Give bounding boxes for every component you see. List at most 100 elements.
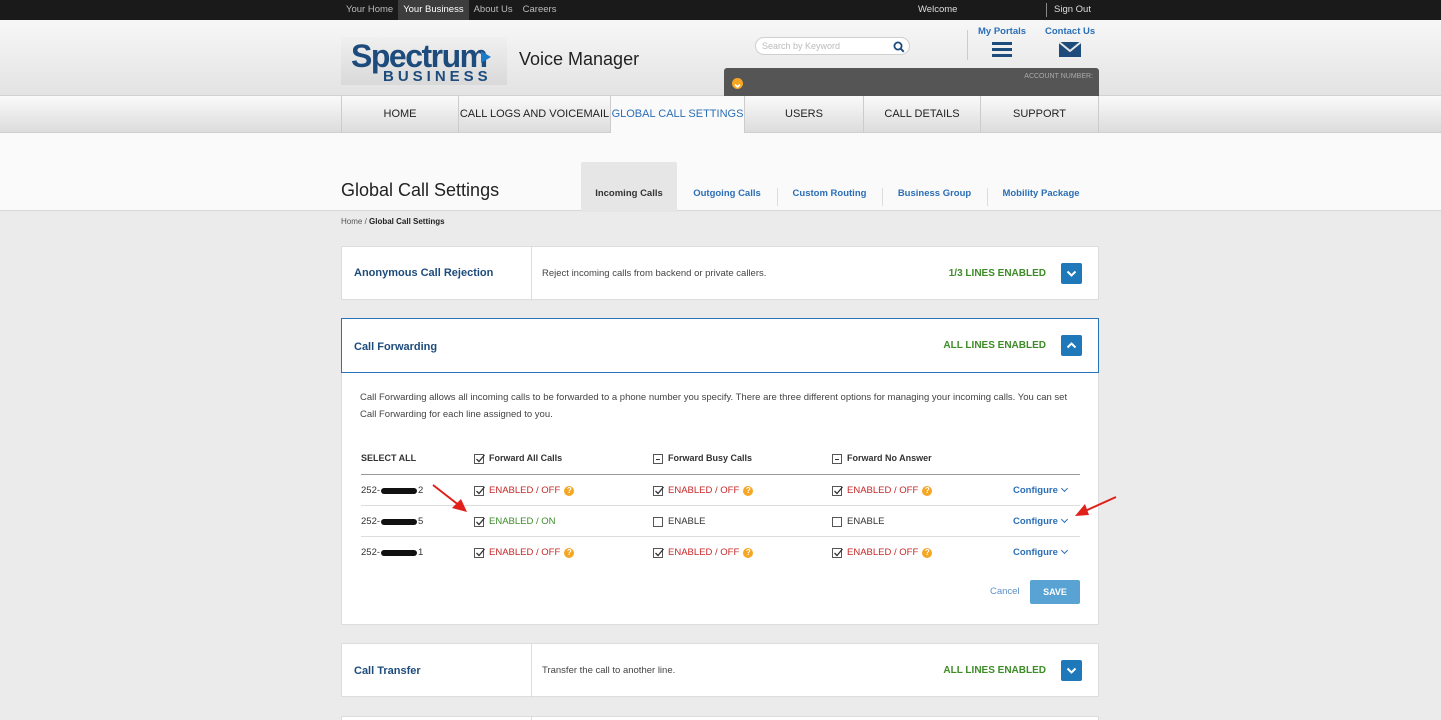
status-text: ENABLED / ON (489, 516, 556, 527)
utility-link-your-home[interactable]: Your Home (341, 0, 398, 20)
forward-busy-cell[interactable]: ENABLED / OFF? (653, 537, 754, 568)
panel-divider (531, 644, 532, 698)
expand-button[interactable] (1061, 660, 1082, 681)
sign-out-link[interactable]: Sign Out (1046, 3, 1091, 17)
tab-custom-routing[interactable]: Custom Routing (777, 162, 882, 212)
tab-business-group[interactable]: Business Group (882, 162, 987, 212)
configure-link[interactable]: Configure (1013, 537, 1068, 568)
nav-home[interactable]: HOME (341, 96, 458, 133)
status-text: ENABLED / OFF (489, 485, 561, 496)
nav-call-details[interactable]: CALL DETAILS (863, 96, 980, 133)
forward-no-answer-cell[interactable]: ENABLED / OFF? (832, 475, 933, 506)
status-badge: ALL LINES ENABLED (943, 340, 1046, 351)
help-icon[interactable]: ? (922, 485, 933, 496)
configure-label: Configure (1013, 547, 1058, 558)
help-icon[interactable]: ? (564, 547, 575, 558)
status-text: ENABLED / OFF (847, 547, 919, 558)
header-divider (967, 30, 968, 60)
unchecked-checkbox-icon[interactable] (832, 516, 842, 527)
call-forwarding-panel-header[interactable]: Call Forwarding ALL LINES ENABLED (341, 318, 1099, 373)
call-forwarding-description: Call Forwarding allows all incoming call… (360, 392, 1068, 420)
chevron-down-icon[interactable] (732, 78, 743, 89)
contact-us-label: Contact Us (1045, 26, 1096, 37)
redacted-number (381, 518, 418, 525)
nav-users[interactable]: USERS (744, 96, 863, 133)
table-row: 252- 5 ENABLED / ON ENABLE ENABLE Configu… (361, 505, 1080, 536)
line-number: 252- 1 (361, 537, 423, 568)
unchecked-checkbox-icon[interactable] (653, 516, 663, 527)
help-icon[interactable]: ? (743, 547, 754, 558)
select-all-label: SELECT ALL (361, 453, 417, 463)
select-all-header[interactable]: SELECT ALL (361, 443, 416, 474)
utility-links: Your Home Your Business About Us Careers (341, 0, 561, 20)
nav-support[interactable]: SUPPORT (980, 96, 1099, 133)
search-input[interactable] (762, 39, 880, 53)
column-forward-all[interactable]: Forward All Calls (474, 443, 562, 474)
table-row: 252- 2 ENABLED / OFF? ENABLED / OFF? ENAB… (361, 474, 1080, 505)
panel-title: Anonymous Call Rejection (354, 267, 494, 279)
column-forward-no-answer[interactable]: Forward No Answer (832, 443, 932, 474)
utility-link-about-us[interactable]: About Us (469, 0, 518, 20)
forward-busy-cell[interactable]: ENABLE (653, 506, 706, 537)
my-portals-link[interactable]: My Portals (978, 26, 1026, 63)
chevron-down-icon (1060, 484, 1068, 493)
panel-divider (531, 247, 532, 301)
line-suffix: 5 (418, 516, 424, 527)
collapse-button[interactable] (1061, 335, 1082, 356)
save-button[interactable]: SAVE (1030, 580, 1080, 604)
search-icon[interactable] (893, 40, 905, 58)
line-prefix: 252- (361, 516, 381, 527)
next-panel[interactable] (341, 716, 1099, 720)
tab-outgoing-calls[interactable]: Outgoing Calls (677, 162, 777, 212)
configure-link[interactable]: Configure (1013, 475, 1068, 506)
forward-no-answer-cell[interactable]: ENABLE (832, 506, 885, 537)
utility-link-careers[interactable]: Careers (518, 0, 562, 20)
contact-us-link[interactable]: Contact Us (1045, 26, 1095, 63)
chevron-down-icon (1066, 667, 1077, 674)
help-icon[interactable]: ? (743, 485, 754, 496)
breadcrumb-home[interactable]: Home (341, 217, 362, 226)
cancel-button[interactable]: Cancel (990, 586, 1020, 597)
checked-checkbox-icon[interactable] (653, 547, 664, 558)
forward-all-cell[interactable]: ENABLED / OFF? (474, 475, 575, 506)
forward-no-answer-cell[interactable]: ENABLED / OFF? (832, 537, 933, 568)
keyword-search (755, 37, 910, 55)
redacted-number (381, 487, 418, 494)
line-prefix: 252- (361, 547, 381, 558)
checked-checkbox-icon[interactable] (653, 485, 664, 496)
checked-checkbox-icon[interactable] (474, 547, 485, 558)
checked-checkbox-icon[interactable] (832, 547, 843, 558)
call-transfer-panel[interactable]: Call Transfer Transfer the call to anoth… (341, 643, 1099, 698)
chevron-up-icon (1066, 342, 1077, 349)
column-forward-busy[interactable]: Forward Busy Calls (653, 443, 752, 474)
utility-link-your-business[interactable]: Your Business (398, 0, 469, 20)
configure-link[interactable]: Configure (1013, 506, 1068, 537)
checked-checkbox-icon[interactable] (832, 485, 843, 496)
tab-incoming-calls[interactable]: Incoming Calls (581, 162, 677, 212)
help-icon[interactable]: ? (922, 547, 933, 558)
help-icon[interactable]: ? (564, 485, 575, 496)
account-number-label: ACCOUNT NUMBER: (1024, 73, 1093, 80)
nav-global-call-settings[interactable]: GLOBAL CALL SETTINGS (610, 96, 744, 134)
anonymous-call-rejection-panel[interactable]: Anonymous Call Rejection Reject incoming… (341, 246, 1099, 301)
line-number: 252- 2 (361, 475, 423, 506)
mail-icon (1058, 41, 1082, 57)
configure-label: Configure (1013, 485, 1058, 496)
forward-busy-cell[interactable]: ENABLED / OFF? (653, 475, 754, 506)
indeterminate-checkbox-icon[interactable] (653, 453, 663, 464)
tab-mobility-package[interactable]: Mobility Package (987, 162, 1095, 212)
forward-all-cell[interactable]: ENABLED / ON (474, 506, 556, 537)
my-portals-label: My Portals (978, 26, 1027, 37)
indeterminate-checkbox-icon[interactable] (832, 453, 842, 464)
logo-arrow-icon (481, 51, 491, 63)
welcome-text: Welcome (918, 4, 958, 15)
nav-call-logs-voicemail[interactable]: CALL LOGS AND VOICEMAIL (458, 96, 610, 133)
checked-checkbox-icon[interactable] (474, 516, 485, 527)
chevron-down-icon (1060, 515, 1068, 524)
line-suffix: 2 (418, 485, 424, 496)
checked-checkbox-icon[interactable] (474, 485, 485, 496)
forward-all-cell[interactable]: ENABLED / OFF? (474, 537, 575, 568)
expand-button[interactable] (1061, 263, 1082, 284)
spectrum-business-logo[interactable]: Spectrum BUSINESS (341, 37, 507, 85)
checked-checkbox-icon[interactable] (474, 453, 485, 464)
